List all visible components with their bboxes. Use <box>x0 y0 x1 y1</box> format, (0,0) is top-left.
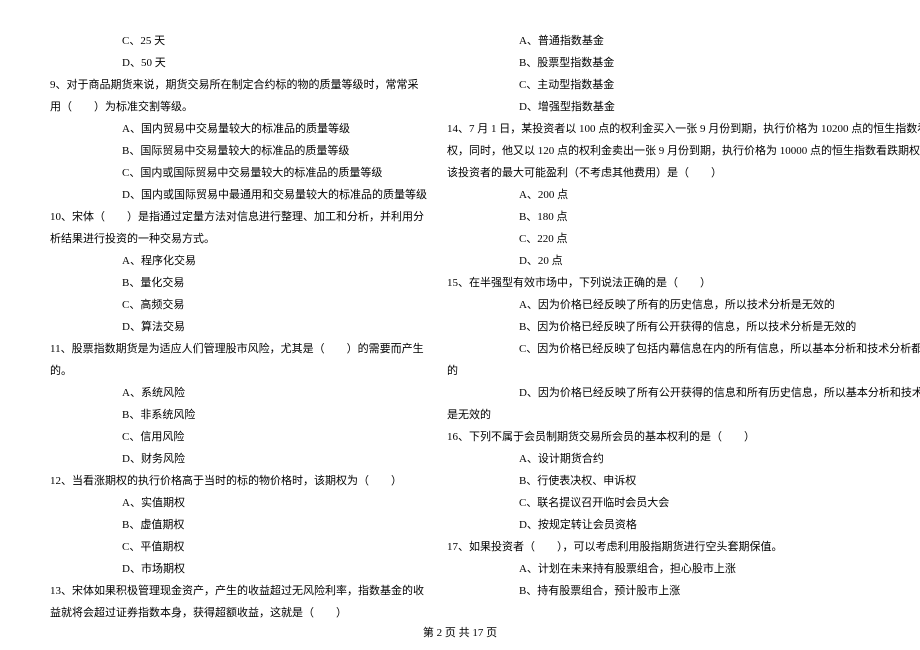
option: C、主动型指数基金 <box>447 74 920 96</box>
option: C、25 天 <box>50 30 427 52</box>
option: D、20 点 <box>447 250 920 272</box>
option-continuation: 的 <box>447 360 920 382</box>
option: A、因为价格已经反映了所有的历史信息，所以技术分析是无效的 <box>447 294 920 316</box>
option: B、持有股票组合，预计股市上涨 <box>447 580 920 602</box>
option: D、算法交易 <box>50 316 427 338</box>
option: B、因为价格已经反映了所有公开获得的信息，所以技术分析是无效的 <box>447 316 920 338</box>
question-13: 13、宋体如果积极管理现金资产，产生的收益超过无风险利率，指数基金的收益就将会超… <box>50 580 427 624</box>
left-column: C、25 天 D、50 天 9、对于商品期货来说，期货交易所在制定合约标的物的质… <box>50 30 427 625</box>
option: A、计划在未来持有股票组合，担心股市上涨 <box>447 558 920 580</box>
option: A、设计期货合约 <box>447 448 920 470</box>
question-12: 12、当看涨期权的执行价格高于当时的标的物价格时，该期权为（ ） <box>50 470 427 492</box>
option: A、200 点 <box>447 184 920 206</box>
option: C、高频交易 <box>50 294 427 316</box>
option: A、国内贸易中交易量较大的标准品的质量等级 <box>50 118 427 140</box>
option: D、国内或国际贸易中最通用和交易量较大的标准品的质量等级 <box>50 184 427 206</box>
question-10: 10、宋体（ ）是指通过定量方法对信息进行整理、加工和分析，并利用分析结果进行投… <box>50 206 427 250</box>
option: B、股票型指数基金 <box>447 52 920 74</box>
option: A、实值期权 <box>50 492 427 514</box>
option: C、平值期权 <box>50 536 427 558</box>
option: C、220 点 <box>447 228 920 250</box>
option: D、市场期权 <box>50 558 427 580</box>
option: A、系统风险 <box>50 382 427 404</box>
page-footer: 第 2 页 共 17 页 <box>0 624 920 640</box>
option: C、国内或国际贸易中交易量较大的标准品的质量等级 <box>50 162 427 184</box>
option: B、180 点 <box>447 206 920 228</box>
option: D、按规定转让会员资格 <box>447 514 920 536</box>
question-14: 14、7 月 1 日，某投资者以 100 点的权利金买入一张 9 月份到期，执行… <box>447 118 920 184</box>
option: C、信用风险 <box>50 426 427 448</box>
option: C、联名提议召开临时会员大会 <box>447 492 920 514</box>
page-columns: C、25 天 D、50 天 9、对于商品期货来说，期货交易所在制定合约标的物的质… <box>50 30 870 625</box>
question-17: 17、如果投资者（ ），可以考虑利用股指期货进行空头套期保值。 <box>447 536 920 558</box>
option: B、国际贸易中交易量较大的标准品的质量等级 <box>50 140 427 162</box>
option: D、50 天 <box>50 52 427 74</box>
option: A、程序化交易 <box>50 250 427 272</box>
option: D、增强型指数基金 <box>447 96 920 118</box>
option: B、非系统风险 <box>50 404 427 426</box>
option-continuation: 是无效的 <box>447 404 920 426</box>
question-9: 9、对于商品期货来说，期货交易所在制定合约标的物的质量等级时，常常采用（ ）为标… <box>50 74 427 118</box>
question-11: 11、股票指数期货是为适应人们管理股市风险，尤其是（ ）的需要而产生的。 <box>50 338 427 382</box>
option: A、普通指数基金 <box>447 30 920 52</box>
option: C、因为价格已经反映了包括内幕信息在内的所有信息，所以基本分析和技术分析都是无效 <box>447 338 920 360</box>
option: D、财务风险 <box>50 448 427 470</box>
option: B、量化交易 <box>50 272 427 294</box>
option: D、因为价格已经反映了所有公开获得的信息和所有历史信息，所以基本分析和技术分析都 <box>447 382 920 404</box>
right-column: A、普通指数基金 B、股票型指数基金 C、主动型指数基金 D、增强型指数基金 1… <box>447 30 920 625</box>
option: B、行使表决权、申诉权 <box>447 470 920 492</box>
option: B、虚值期权 <box>50 514 427 536</box>
question-16: 16、下列不属于会员制期货交易所会员的基本权利的是（ ） <box>447 426 920 448</box>
question-15: 15、在半强型有效市场中，下列说法正确的是（ ） <box>447 272 920 294</box>
